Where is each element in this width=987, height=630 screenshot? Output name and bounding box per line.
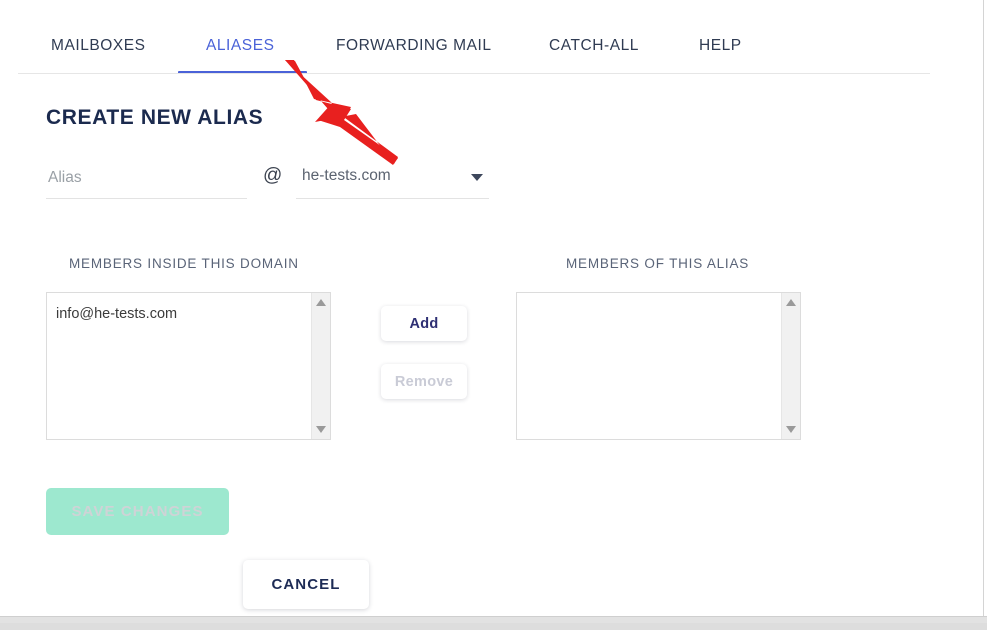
domain-select-value: he-tests.com <box>302 167 391 185</box>
add-button[interactable]: Add <box>381 306 467 341</box>
tab-help[interactable]: HELP <box>699 33 742 59</box>
page-root: MAILBOXES ALIASES FORWARDING MAIL CATCH-… <box>0 0 987 630</box>
at-symbol: @ <box>263 166 282 185</box>
scrollbar-left[interactable] <box>311 293 330 439</box>
cancel-button[interactable]: CANCEL <box>243 560 369 609</box>
list-items <box>517 293 782 439</box>
list-item[interactable]: info@he-tests.com <box>56 304 312 324</box>
alias-input[interactable] <box>46 161 247 195</box>
save-changes-button: SAVE CHANGES <box>46 488 229 535</box>
members-inside-domain-listbox[interactable]: info@he-tests.com <box>46 292 331 440</box>
page-title: CREATE NEW ALIAS <box>46 106 263 130</box>
scroll-up-icon[interactable] <box>786 299 796 306</box>
scroll-up-icon[interactable] <box>316 299 326 306</box>
chevron-down-icon[interactable] <box>471 174 483 181</box>
remove-button: Remove <box>381 364 467 399</box>
tab-aliases[interactable]: ALIASES <box>206 33 274 59</box>
domain-select[interactable]: he-tests.com <box>296 161 489 199</box>
page-right-border <box>983 0 984 630</box>
tab-catch-all[interactable]: CATCH-ALL <box>549 33 639 59</box>
page-bottom-band <box>0 616 987 630</box>
members-of-alias-listbox[interactable] <box>516 292 801 440</box>
tab-forwarding-mail[interactable]: FORWARDING MAIL <box>336 33 492 59</box>
scroll-down-icon[interactable] <box>316 426 326 433</box>
alias-field <box>46 161 247 199</box>
members-inside-domain-label: MEMBERS INSIDE THIS DOMAIN <box>69 256 299 271</box>
page-bottom-band-inner <box>0 623 987 630</box>
tab-mailboxes[interactable]: MAILBOXES <box>51 33 146 59</box>
main-content: CREATE NEW ALIAS @ he-tests.com MEMBERS … <box>0 74 983 616</box>
tab-bar: MAILBOXES ALIASES FORWARDING MAIL CATCH-… <box>0 0 983 74</box>
list-items: info@he-tests.com <box>47 293 312 439</box>
scroll-down-icon[interactable] <box>786 426 796 433</box>
members-of-alias-label: MEMBERS OF THIS ALIAS <box>566 256 749 271</box>
scrollbar-right[interactable] <box>781 293 800 439</box>
